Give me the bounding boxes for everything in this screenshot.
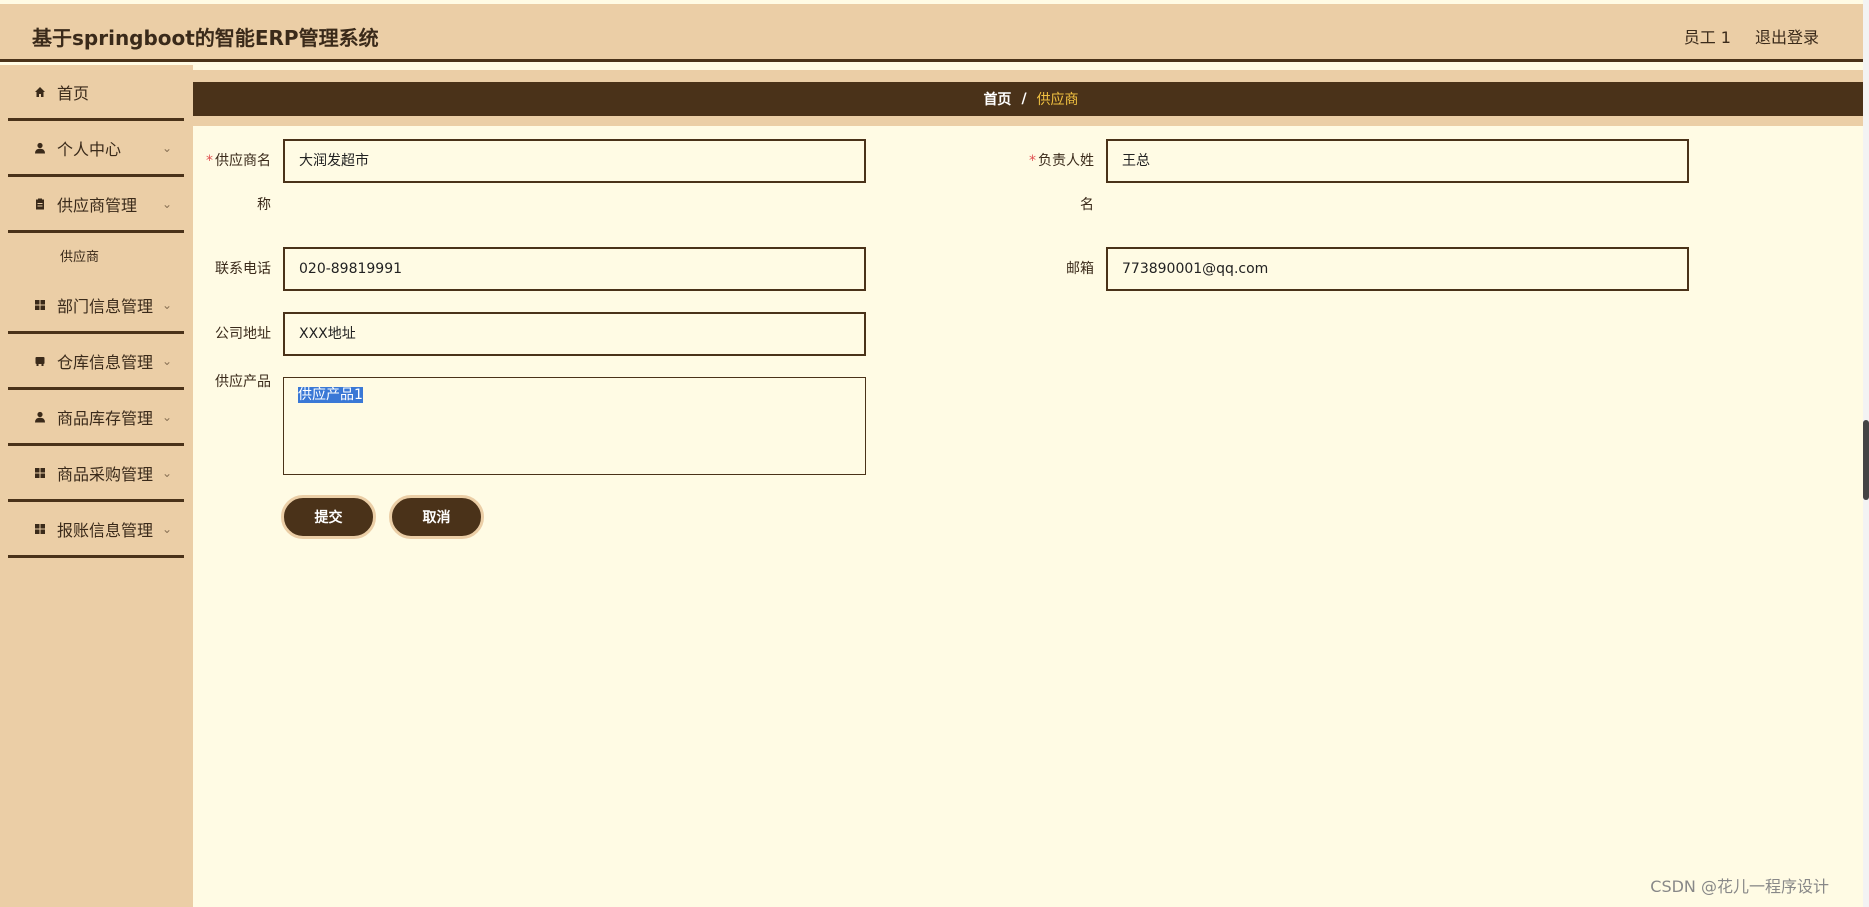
main-content: 首页 / 供应商 * 供应商名 称 大润发超市 * 负责人姓 名 王总 联系电话 0… <box>193 65 1869 907</box>
contact-person-input[interactable]: 王总 <box>1106 139 1689 183</box>
chevron-down-icon: ⌄ <box>161 522 172 536</box>
sidebar-item-department-mgmt[interactable]: 部门信息管理 ⌄ <box>8 278 184 334</box>
home-icon <box>33 85 47 99</box>
chevron-down-icon: ⌄ <box>161 141 172 155</box>
sidebar-item-label: 部门信息管理 <box>57 296 154 316</box>
supplier-name-label: * 供应商名 <box>205 139 271 183</box>
top-bar: 基于springboot的智能ERP管理系统 员工 1 退出登录 <box>0 4 1869 62</box>
address-input[interactable]: XXX地址 <box>283 312 866 356</box>
grid-icon <box>33 522 47 536</box>
sidebar-subitem-supplier[interactable]: 供应商 <box>8 233 184 278</box>
sidebar-item-supplier-mgmt[interactable]: 供应商管理 ⌄ <box>8 177 184 233</box>
breadcrumb-band-top <box>193 70 1869 82</box>
products-textarea-value: 供应产品1 <box>298 387 363 403</box>
sidebar-item-home[interactable]: 首页 <box>8 65 184 121</box>
sidebar: 首页 个人中心 ⌄ 供应商管理 ⌄ 供应商 部门信息管理 ⌄ 仓库信息管理 ⌄ <box>0 65 193 907</box>
phone-input[interactable]: 020-89819991 <box>283 247 866 291</box>
sidebar-subitem-label: 供应商 <box>60 250 100 265</box>
chevron-down-icon: ⌄ <box>161 298 172 312</box>
breadcrumb-home[interactable]: 首页 <box>983 89 1011 109</box>
user-icon <box>33 141 47 155</box>
required-mark: * <box>1029 153 1036 169</box>
products-textarea[interactable]: 供应产品1 <box>283 377 866 475</box>
page-scrollbar[interactable] <box>1863 0 1869 907</box>
phone-label: 联系电话 <box>215 261 271 277</box>
scrollbar-thumb[interactable] <box>1863 420 1869 500</box>
logout-link[interactable]: 退出登录 <box>1755 24 1819 48</box>
app-title: 基于springboot的智能ERP管理系统 <box>32 26 379 50</box>
breadcrumb-separator: / <box>1021 91 1027 107</box>
email-label: 邮箱 <box>1066 261 1094 277</box>
required-mark: * <box>206 153 213 169</box>
breadcrumb-band-bottom <box>193 116 1869 126</box>
sidebar-item-label: 报账信息管理 <box>57 520 154 540</box>
sidebar-item-purchase-mgmt[interactable]: 商品采购管理 ⌄ <box>8 446 184 502</box>
user-name[interactable]: 员工 1 <box>1684 24 1731 48</box>
sidebar-item-expense-mgmt[interactable]: 报账信息管理 ⌄ <box>8 502 184 558</box>
grid-icon <box>33 298 47 312</box>
grid-icon <box>33 466 47 480</box>
chevron-down-icon: ⌄ <box>161 354 172 368</box>
supplier-name-label-text: 供应商名 <box>215 153 271 169</box>
supplier-name-label-line2: 称 <box>257 197 271 213</box>
chevron-down-icon: ⌄ <box>161 410 172 424</box>
sidebar-item-inventory-mgmt[interactable]: 商品库存管理 ⌄ <box>8 390 184 446</box>
cancel-button[interactable]: 取消 <box>389 495 484 539</box>
supplier-name-input[interactable]: 大润发超市 <box>283 139 866 183</box>
sidebar-item-profile[interactable]: 个人中心 ⌄ <box>8 121 184 177</box>
submit-button[interactable]: 提交 <box>281 495 376 539</box>
sidebar-item-label: 仓库信息管理 <box>57 352 154 372</box>
email-input[interactable]: 773890001@qq.com <box>1106 247 1689 291</box>
watermark-text: CSDN @花儿一程序设计 <box>1650 877 1829 896</box>
top-right: 员工 1 退出登录 <box>1684 24 1819 48</box>
sidebar-item-label: 商品采购管理 <box>57 464 154 484</box>
products-label: 供应产品 <box>215 374 271 390</box>
box-icon <box>33 354 47 368</box>
contact-person-label-text: 负责人姓 <box>1038 153 1094 169</box>
chevron-down-icon: ⌄ <box>161 197 172 211</box>
sidebar-item-warehouse-mgmt[interactable]: 仓库信息管理 ⌄ <box>8 334 184 390</box>
contact-person-label-line2: 名 <box>1080 197 1094 213</box>
sidebar-item-label: 首页 <box>57 83 90 103</box>
address-label: 公司地址 <box>215 326 271 342</box>
user-icon <box>33 410 47 424</box>
breadcrumb: 首页 / 供应商 <box>193 82 1869 116</box>
sidebar-item-label: 商品库存管理 <box>57 408 154 428</box>
breadcrumb-current: 供应商 <box>1036 92 1079 108</box>
chevron-down-icon: ⌄ <box>161 466 172 480</box>
contact-person-label: * 负责人姓 <box>1028 139 1094 183</box>
sidebar-item-label: 个人中心 <box>57 139 122 159</box>
sidebar-item-label: 供应商管理 <box>57 195 138 215</box>
clipboard-icon <box>33 197 47 211</box>
